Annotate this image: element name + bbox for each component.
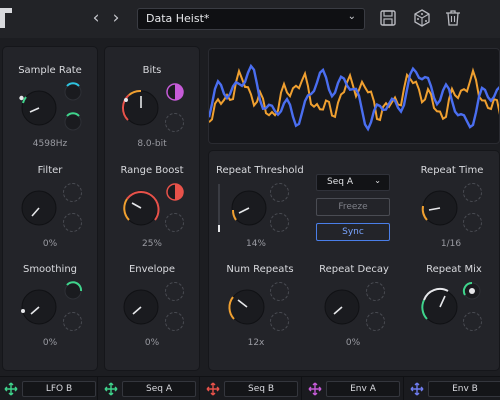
mod-slot[interactable] xyxy=(270,213,289,232)
repeat-decay-knob[interactable] xyxy=(320,285,364,329)
chevron-down-icon: ⌄ xyxy=(347,11,356,22)
mod-slot[interactable] xyxy=(165,282,184,301)
sequence-dropdown-value: Seq A xyxy=(327,177,353,187)
mod-slot[interactable] xyxy=(463,183,482,202)
smoothing-mod-knob[interactable] xyxy=(63,281,83,301)
sample-rate-value: 4598Hz xyxy=(32,139,68,149)
repeat-time-value: 1/16 xyxy=(440,239,462,249)
modulator-label[interactable]: Env B xyxy=(428,381,500,397)
modulator-label[interactable]: Env A xyxy=(326,381,400,397)
mod-slot[interactable] xyxy=(270,282,289,301)
envelope-label: Envelope xyxy=(128,264,176,275)
mod-slot[interactable] xyxy=(270,183,289,202)
filter-value: 0% xyxy=(42,239,58,249)
bits-mod-knob[interactable] xyxy=(165,82,185,102)
mod-slot[interactable] xyxy=(63,183,82,202)
sample-rate-mod-knob-2[interactable] xyxy=(63,112,83,132)
num-repeats-label: Num Repeats xyxy=(226,264,294,275)
mod-slot[interactable] xyxy=(463,213,482,232)
smoothing-value: 0% xyxy=(42,338,58,348)
preset-name: Data Heist* xyxy=(146,12,210,25)
drag-handle-icon[interactable] xyxy=(308,382,322,396)
mod-slot[interactable] xyxy=(366,282,385,301)
sample-rate-knob[interactable] xyxy=(17,86,61,130)
envelope-knob[interactable] xyxy=(119,285,163,329)
filter-knob[interactable] xyxy=(17,186,61,230)
drag-handle-icon[interactable] xyxy=(410,382,424,396)
dice-icon[interactable] xyxy=(412,8,432,28)
sample-rate-label: Sample Rate xyxy=(18,65,82,76)
mod-slot[interactable] xyxy=(63,312,82,331)
range-boost-value: 25% xyxy=(141,239,162,249)
bits-knob[interactable] xyxy=(119,86,163,130)
modulator-label[interactable]: LFO B xyxy=(22,381,96,397)
range-boost-knob[interactable] xyxy=(119,186,163,230)
freeze-button[interactable]: Freeze xyxy=(316,198,390,216)
mod-slot[interactable] xyxy=(63,213,82,232)
previous-preset-button[interactable]: ‹ xyxy=(86,7,106,29)
repeat-time-label: Repeat Time xyxy=(420,165,484,176)
smoothing-knob[interactable] xyxy=(17,285,61,329)
preset-selector[interactable]: Data Heist* ⌄ xyxy=(137,8,365,30)
repeat-threshold-knob[interactable] xyxy=(227,186,271,230)
filter-label: Filter xyxy=(37,165,63,176)
repeat-decay-value: 0% xyxy=(345,338,361,348)
sync-button[interactable]: Sync xyxy=(316,223,390,241)
modulator-label[interactable]: Seq A xyxy=(122,381,196,397)
next-preset-button[interactable]: › xyxy=(106,7,126,29)
mod-slot[interactable] xyxy=(463,312,482,331)
modulation-strip: LFO B Seq A Seq B Env A Env B xyxy=(0,376,500,400)
repeat-mix-mod-knob[interactable] xyxy=(462,281,482,301)
range-boost-mod-knob[interactable] xyxy=(165,182,185,202)
repeat-threshold-label: Repeat Threshold xyxy=(216,165,304,176)
envelope-value: 0% xyxy=(144,338,160,348)
chevron-down-icon: ⌄ xyxy=(374,176,381,185)
repeat-mix-knob[interactable] xyxy=(418,285,462,329)
waveform-display xyxy=(208,48,500,144)
num-repeats-knob[interactable] xyxy=(225,285,269,329)
mod-slot[interactable] xyxy=(270,312,289,331)
bits-value: 8.0-bit xyxy=(137,139,167,149)
smoothing-label: Smoothing xyxy=(22,264,78,275)
trash-icon[interactable] xyxy=(443,8,463,28)
drag-handle-icon[interactable] xyxy=(206,382,220,396)
drag-handle-icon[interactable] xyxy=(4,382,18,396)
sequence-dropdown[interactable]: Seq A ⌄ xyxy=(316,174,390,191)
mod-slot[interactable] xyxy=(366,312,385,331)
save-icon[interactable] xyxy=(378,8,398,28)
repeat-decay-label: Repeat Decay xyxy=(319,264,389,275)
mod-slot[interactable] xyxy=(165,312,184,331)
range-boost-label: Range Boost xyxy=(120,165,184,176)
sample-rate-mod-knob[interactable] xyxy=(63,82,83,102)
logo xyxy=(0,8,12,28)
drag-handle-icon[interactable] xyxy=(104,382,118,396)
modulator-label[interactable]: Seq B xyxy=(224,381,298,397)
mod-slot[interactable] xyxy=(165,213,184,232)
top-bar: ‹ › Data Heist* ⌄ xyxy=(0,0,500,38)
mod-slot[interactable] xyxy=(165,113,184,132)
threshold-meter[interactable] xyxy=(218,184,220,232)
repeat-time-knob[interactable] xyxy=(418,186,462,230)
num-repeats-value: 12x xyxy=(247,338,265,348)
repeat-threshold-value: 14% xyxy=(245,239,266,249)
bits-label: Bits xyxy=(142,65,162,76)
repeat-mix-label: Repeat Mix xyxy=(426,264,482,275)
